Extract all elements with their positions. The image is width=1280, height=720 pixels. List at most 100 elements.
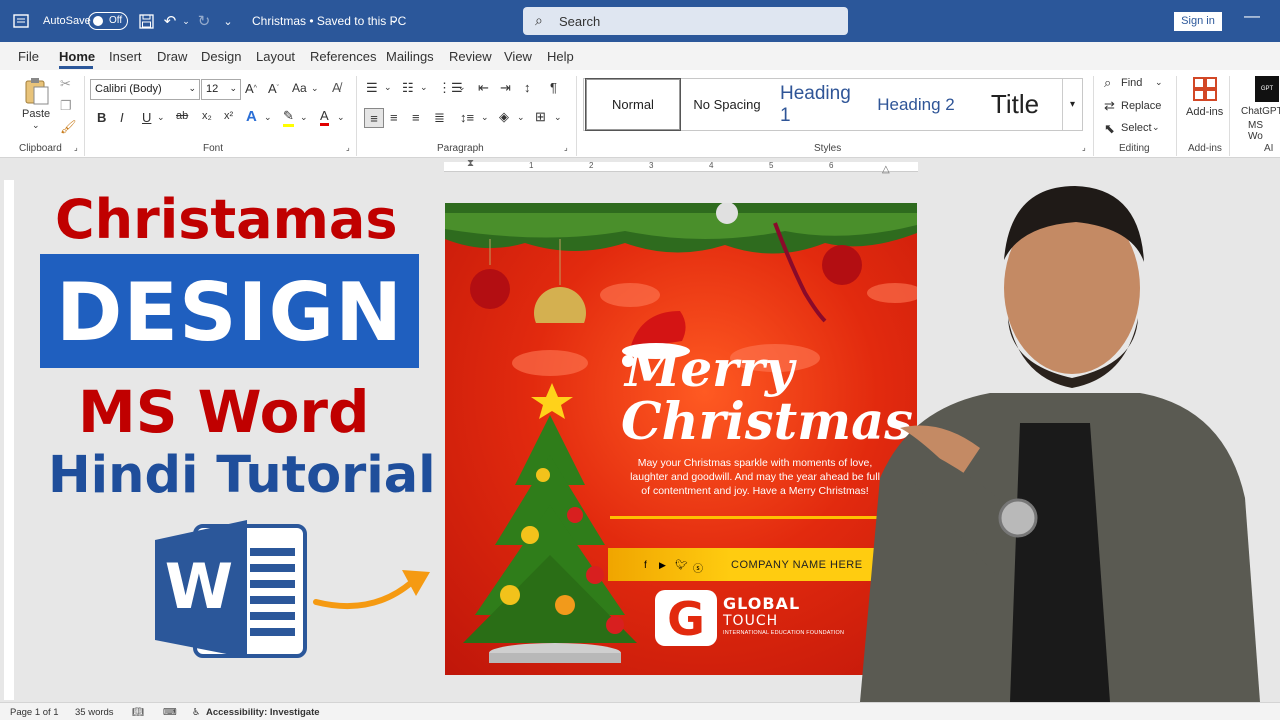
underline-icon[interactable]: U (142, 110, 151, 125)
chevron-down-icon[interactable]: ⌄ (264, 112, 272, 123)
indent-marker-icon[interactable]: ⧗ (467, 158, 474, 169)
chatgpt-icon[interactable]: GPT (1255, 76, 1279, 102)
document-title[interactable]: Christmas • Saved to this PC (252, 14, 406, 28)
autosave-toggle[interactable]: Off (88, 12, 128, 30)
increase-indent-icon[interactable]: ⇥ (500, 80, 511, 96)
redo-icon[interactable]: ↻ (194, 11, 214, 31)
proofing-icon[interactable]: 📖︎ (132, 707, 144, 718)
styles-launcher-icon[interactable]: ⌟ (1082, 143, 1086, 152)
vertical-ruler[interactable] (4, 180, 14, 700)
format-painter-icon[interactable]: 🖌 (60, 119, 77, 135)
font-name-select[interactable]: Calibri (Body) ⌄ (90, 79, 200, 100)
bold-icon[interactable]: B (97, 110, 106, 125)
align-right-icon[interactable]: ≡ (412, 110, 420, 125)
chevron-down-icon[interactable]: ⌄ (420, 82, 428, 93)
paste-label[interactable]: Paste (22, 108, 50, 120)
tab-draw[interactable]: Draw (157, 49, 187, 64)
paste-icon[interactable] (24, 76, 50, 106)
save-icon[interactable] (136, 11, 156, 31)
text-effects-icon[interactable]: A (246, 108, 257, 125)
select-icon[interactable]: ⬉ (1104, 121, 1115, 137)
search-input[interactable]: Search (559, 14, 600, 29)
search-box[interactable]: ⌕ Search (523, 7, 848, 35)
chatgpt-label-line2[interactable]: MS Wo (1248, 120, 1280, 142)
justify-icon[interactable]: ≣ (434, 110, 445, 126)
tab-view[interactable]: View (504, 49, 532, 64)
text-predictions-icon[interactable]: ⌨ (163, 707, 177, 718)
style-no-spacing[interactable]: No Spacing (684, 79, 770, 130)
chevron-down-icon[interactable]: ⌄ (337, 112, 345, 123)
show-formatting-icon[interactable]: ¶ (550, 80, 557, 95)
highlight-icon[interactable]: ✎ (283, 108, 294, 127)
chevron-down-icon[interactable]: ⌄ (311, 83, 319, 94)
font-launcher-icon[interactable]: ⌟ (346, 143, 350, 152)
align-left-icon[interactable]: ≡ (364, 108, 384, 128)
styles-more-icon[interactable]: ▾ (1062, 79, 1082, 130)
find-icon[interactable]: ⌕ (1104, 75, 1111, 91)
align-center-icon[interactable]: ≡ (390, 110, 398, 125)
style-title[interactable]: Title (968, 79, 1062, 130)
borders-icon[interactable]: ⊞ (535, 109, 546, 125)
decrease-indent-icon[interactable]: ⇤ (478, 80, 489, 96)
chevron-down-icon[interactable]: ⌄ (517, 112, 525, 123)
tab-mailings[interactable]: Mailings (386, 49, 434, 64)
chevron-down-icon[interactable]: ⌄ (481, 112, 489, 123)
strikethrough-icon[interactable]: ab (176, 110, 188, 122)
horizontal-ruler[interactable]: 1 2 3 4 5 6 (444, 161, 918, 172)
numbering-icon[interactable]: ☷ (402, 80, 414, 96)
add-ins-icon[interactable] (1192, 76, 1218, 102)
sign-in-button[interactable]: Sign in (1174, 12, 1222, 31)
line-spacing-icon[interactable]: ↕≡ (460, 110, 474, 125)
change-case-icon[interactable]: Aa (292, 81, 307, 95)
customize-toolbar-icon[interactable]: ⌄ (218, 11, 238, 31)
accessibility-status[interactable]: Accessibility: Investigate (206, 707, 320, 718)
word-count[interactable]: 35 words (75, 707, 114, 718)
page-count[interactable]: Page 1 of 1 (10, 707, 59, 718)
accessibility-icon[interactable]: ♿︎ (192, 707, 201, 718)
tab-design[interactable]: Design (201, 49, 241, 64)
select-button[interactable]: Select (1121, 122, 1152, 134)
word-app-icon[interactable] (11, 11, 31, 31)
paste-dropdown-icon[interactable]: ⌄ (32, 120, 40, 131)
replace-icon[interactable]: ⇄ (1104, 98, 1115, 114)
undo-dropdown-icon[interactable]: ⌄ (176, 11, 196, 31)
chatgpt-label-line1[interactable]: ChatGPT (1241, 106, 1280, 117)
italic-icon[interactable]: I (120, 110, 124, 125)
font-size-select[interactable]: 12 ⌄ (201, 79, 241, 100)
tab-insert[interactable]: Insert (109, 49, 142, 64)
find-button[interactable]: Find (1121, 77, 1142, 89)
style-heading-2[interactable]: Heading 2 (868, 79, 964, 130)
chevron-down-icon[interactable]: ⌄ (458, 82, 466, 93)
minimize-icon[interactable]: — (1244, 8, 1260, 26)
tab-home[interactable]: Home (59, 49, 95, 64)
clear-formatting-icon[interactable]: A̸ (332, 80, 341, 95)
chevron-down-icon[interactable]: ⌄ (1152, 122, 1160, 133)
tab-help[interactable]: Help (547, 49, 574, 64)
grow-font-icon[interactable]: A ^ (245, 81, 257, 96)
chevron-down-icon[interactable]: ⌄ (554, 112, 562, 123)
superscript-icon[interactable]: x² (224, 110, 233, 122)
clipboard-launcher-icon[interactable]: ⌟ (74, 143, 78, 152)
font-color-icon[interactable]: A (320, 108, 329, 126)
tab-layout[interactable]: Layout (256, 49, 295, 64)
tab-references[interactable]: References (310, 49, 376, 64)
cut-icon[interactable]: ✂ (60, 76, 71, 92)
tab-review[interactable]: Review (449, 49, 492, 64)
style-normal[interactable]: Normal (585, 78, 681, 131)
replace-button[interactable]: Replace (1121, 100, 1161, 112)
chevron-down-icon[interactable]: ⌄ (300, 112, 308, 123)
add-ins-button[interactable]: Add-ins (1186, 106, 1223, 118)
shading-icon[interactable]: ◈ (499, 109, 509, 125)
chevron-down-icon[interactable]: ⌄ (384, 82, 392, 93)
bullets-icon[interactable]: ☰ (366, 80, 378, 96)
copy-icon[interactable]: ❐ (60, 98, 72, 114)
chevron-down-icon[interactable]: ⌄ (1155, 77, 1163, 88)
paragraph-launcher-icon[interactable]: ⌟ (564, 143, 568, 152)
style-heading-1[interactable]: Heading 1 (774, 79, 864, 130)
chevron-down-icon[interactable]: ⌄ (157, 112, 165, 123)
title-dropdown-icon[interactable]: ⌄ (390, 15, 398, 26)
right-indent-marker-icon[interactable]: △ (882, 164, 890, 175)
tab-file[interactable]: File (18, 49, 39, 64)
sort-icon[interactable]: ↕ (524, 80, 531, 95)
shrink-font-icon[interactable]: Aˇ (268, 81, 279, 96)
